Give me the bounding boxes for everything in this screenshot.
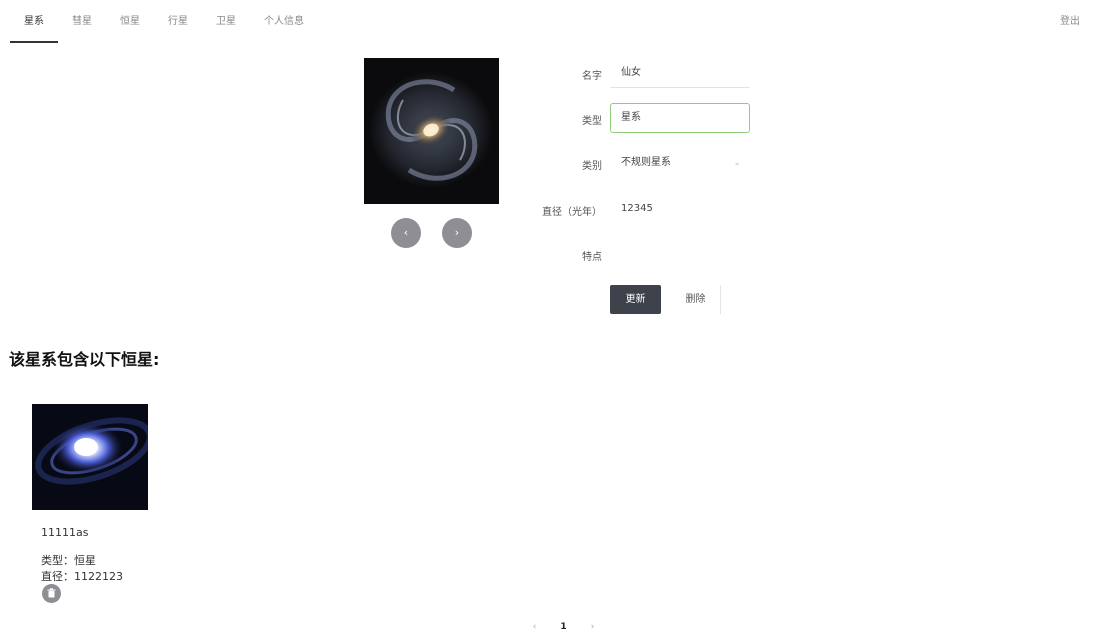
tab-profile[interactable]: 个人信息 <box>250 0 318 43</box>
category-select[interactable]: 不规则星系 ⌄ <box>610 148 750 178</box>
nav-tabs: 星系 彗星 恒星 行星 卫星 个人信息 <box>10 0 318 44</box>
feature-field[interactable] <box>610 239 750 269</box>
name-field[interactable]: 仙女 <box>610 58 750 88</box>
tab-planet[interactable]: 行星 <box>154 0 202 43</box>
tab-galaxy[interactable]: 星系 <box>10 0 58 43</box>
pagination: ‹ 1 › <box>520 622 607 632</box>
tab-satellite[interactable]: 卫星 <box>202 0 250 43</box>
section-title: 该星系包含以下恒星: <box>9 350 160 369</box>
delete-star-button[interactable] <box>42 584 61 603</box>
tab-star[interactable]: 恒星 <box>106 0 154 43</box>
type-label: 类型 <box>582 116 602 127</box>
name-value: 仙女 <box>621 67 641 78</box>
category-label: 类别 <box>582 161 602 172</box>
next-page-button[interactable]: › <box>578 622 607 632</box>
galaxy-image <box>364 58 499 204</box>
update-button[interactable]: 更新 <box>610 285 661 314</box>
diameter-field[interactable]: 12345 <box>610 194 750 224</box>
logout-link[interactable]: 登出 <box>1060 0 1080 43</box>
category-value: 不规则星系 <box>621 157 671 168</box>
next-image-button[interactable]: › <box>442 218 472 248</box>
type-value: 星系 <box>621 112 641 123</box>
diameter-label: 直径（光年） <box>542 207 602 218</box>
star-diameter: 直径：1122123 <box>41 570 123 583</box>
star-image[interactable] <box>32 404 148 510</box>
delete-button[interactable]: 删除 <box>671 285 721 314</box>
tab-comet[interactable]: 彗星 <box>58 0 106 43</box>
chevron-down-icon: ⌄ <box>733 158 741 168</box>
prev-page-button[interactable]: ‹ <box>520 622 549 632</box>
name-label: 名字 <box>582 71 602 82</box>
feature-label: 特点 <box>582 252 602 263</box>
top-nav: 星系 彗星 恒星 行星 卫星 个人信息 登出 <box>0 0 1096 44</box>
diameter-value: 12345 <box>621 203 653 214</box>
prev-image-button[interactable]: ‹ <box>391 218 421 248</box>
trash-icon <box>47 588 56 598</box>
page-number-current[interactable]: 1 <box>549 622 578 632</box>
star-type: 类型：恒星 <box>41 554 96 567</box>
star-name: 11111as <box>41 526 89 539</box>
type-field[interactable]: 星系 <box>610 103 750 133</box>
